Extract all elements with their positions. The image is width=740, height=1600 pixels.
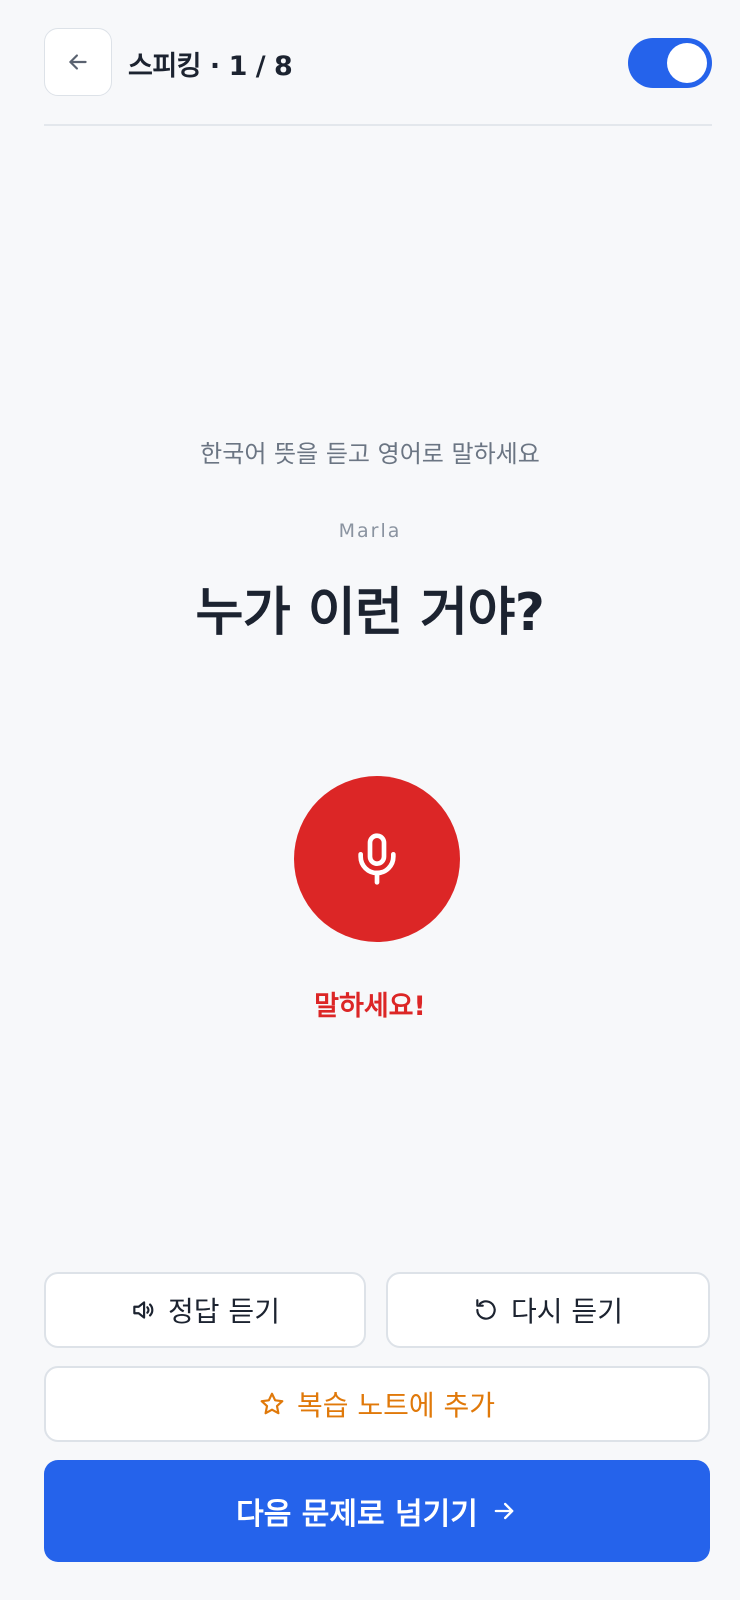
arrow-right-icon bbox=[494, 1502, 514, 1520]
record-status: 말하세요! bbox=[314, 991, 426, 1022]
listen-answer-label: 정답 듣기 bbox=[168, 1295, 280, 1328]
replay-button[interactable]: 다시 듣기 bbox=[386, 1272, 710, 1348]
toggle-knob bbox=[667, 43, 707, 83]
page-title: 스피킹 · 1 / 8 bbox=[128, 51, 293, 82]
add-to-review-button[interactable]: 복습 노트에 추가 bbox=[44, 1366, 710, 1442]
header-divider bbox=[44, 124, 712, 126]
replay-label: 다시 듣기 bbox=[511, 1295, 623, 1328]
skip-next-label: 다음 문제로 넘기기 bbox=[236, 1497, 478, 1532]
speaker-name: Marla bbox=[338, 520, 402, 542]
microphone-icon bbox=[358, 833, 396, 885]
record-button[interactable] bbox=[294, 776, 460, 942]
skip-next-button[interactable]: 다음 문제로 넘기기 bbox=[44, 1460, 710, 1562]
add-to-review-label: 복습 노트에 추가 bbox=[296, 1389, 496, 1422]
arrow-left-icon bbox=[69, 54, 87, 70]
prompt-sentence: 누가 이런 거야? bbox=[195, 583, 545, 643]
speaker-icon bbox=[133, 1301, 154, 1319]
star-icon bbox=[260, 1392, 284, 1415]
speaking-screen: 스피킹 · 1 / 8 한국어 뜻을 듣고 영어로 말하세요 Marla 누가 … bbox=[0, 0, 740, 1600]
back-button[interactable] bbox=[44, 28, 112, 96]
listen-answer-button[interactable]: 정답 듣기 bbox=[44, 1272, 366, 1348]
mode-toggle[interactable] bbox=[628, 38, 712, 88]
header: 스피킹 · 1 / 8 bbox=[44, 28, 712, 96]
replay-icon bbox=[476, 1299, 496, 1320]
instruction-text: 한국어 뜻을 듣고 영어로 말하세요 bbox=[200, 440, 540, 468]
